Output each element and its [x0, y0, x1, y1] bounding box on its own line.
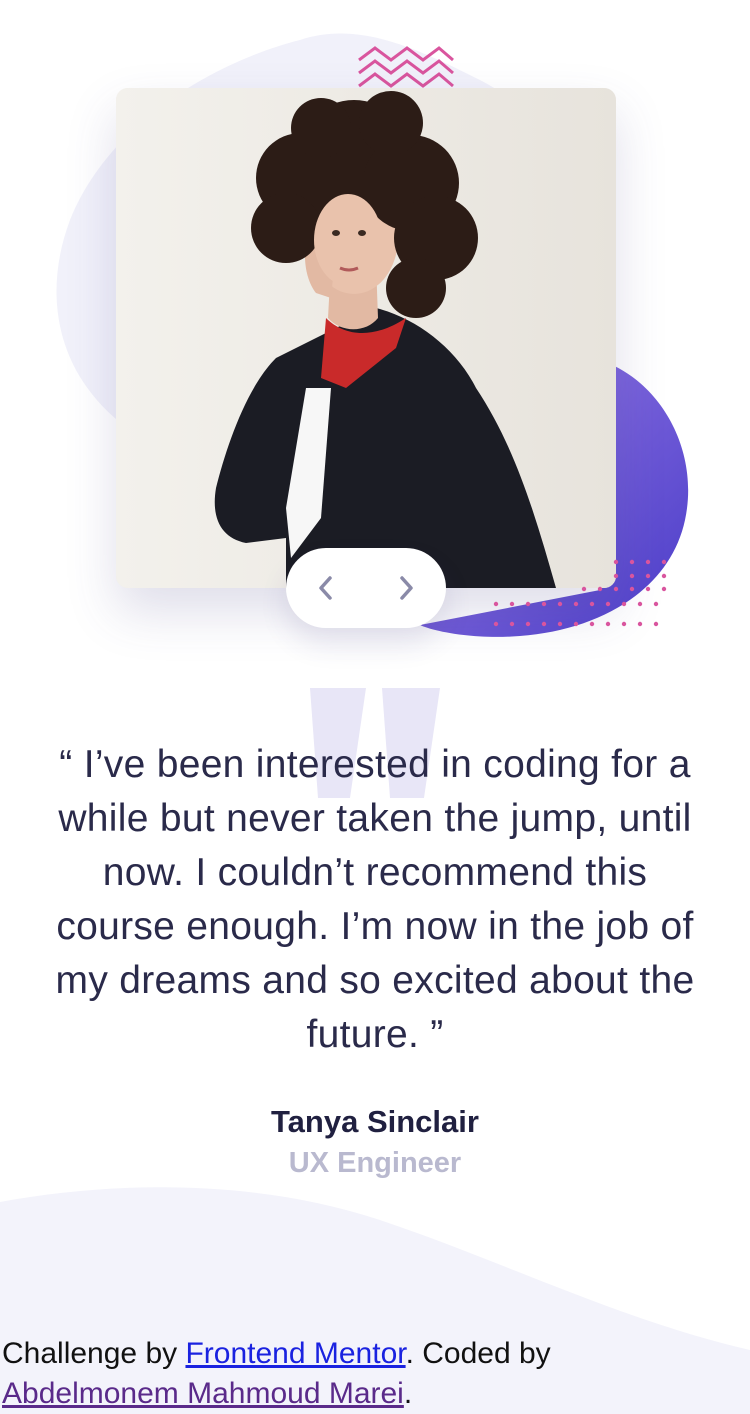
testimonial-quote: “ I’ve been interested in coding for a w… [0, 738, 750, 1062]
quote-line: course enough. I’m now in the job of [56, 905, 694, 948]
attribution-suffix: . [403, 1377, 413, 1410]
testimonial-photo [116, 88, 616, 588]
author-name: Tanya Sinclair [271, 1104, 479, 1139]
quote-line: future. ” [306, 1013, 444, 1056]
author-role: UX Engineer [288, 1147, 462, 1179]
quote-line: my dreams and so excited about the [55, 959, 695, 1002]
previous-button[interactable] [306, 568, 346, 608]
slider-nav [286, 548, 446, 628]
frontend-mentor-link[interactable]: Frontend Mentor [185, 1337, 405, 1370]
attribution-middle: . Coded by [405, 1337, 551, 1370]
quote-line: now. I couldn’t recommend this [102, 851, 648, 894]
zigzag-pattern-icon [358, 46, 454, 88]
attribution: Challenge by Frontend Mentor. Coded by A… [2, 1334, 742, 1414]
quote-line: “ I’ve been interested in coding for a [59, 743, 691, 786]
chevron-right-icon [400, 576, 413, 600]
chevron-left-icon [319, 576, 332, 600]
dots-pattern-icon [493, 559, 667, 627]
next-button[interactable] [386, 568, 426, 608]
attribution-prefix: Challenge by [2, 1337, 186, 1370]
author-link[interactable]: Abdelmonem Mahmoud Marei [2, 1377, 404, 1410]
quote-line: while but never taken the jump, until [58, 797, 692, 840]
